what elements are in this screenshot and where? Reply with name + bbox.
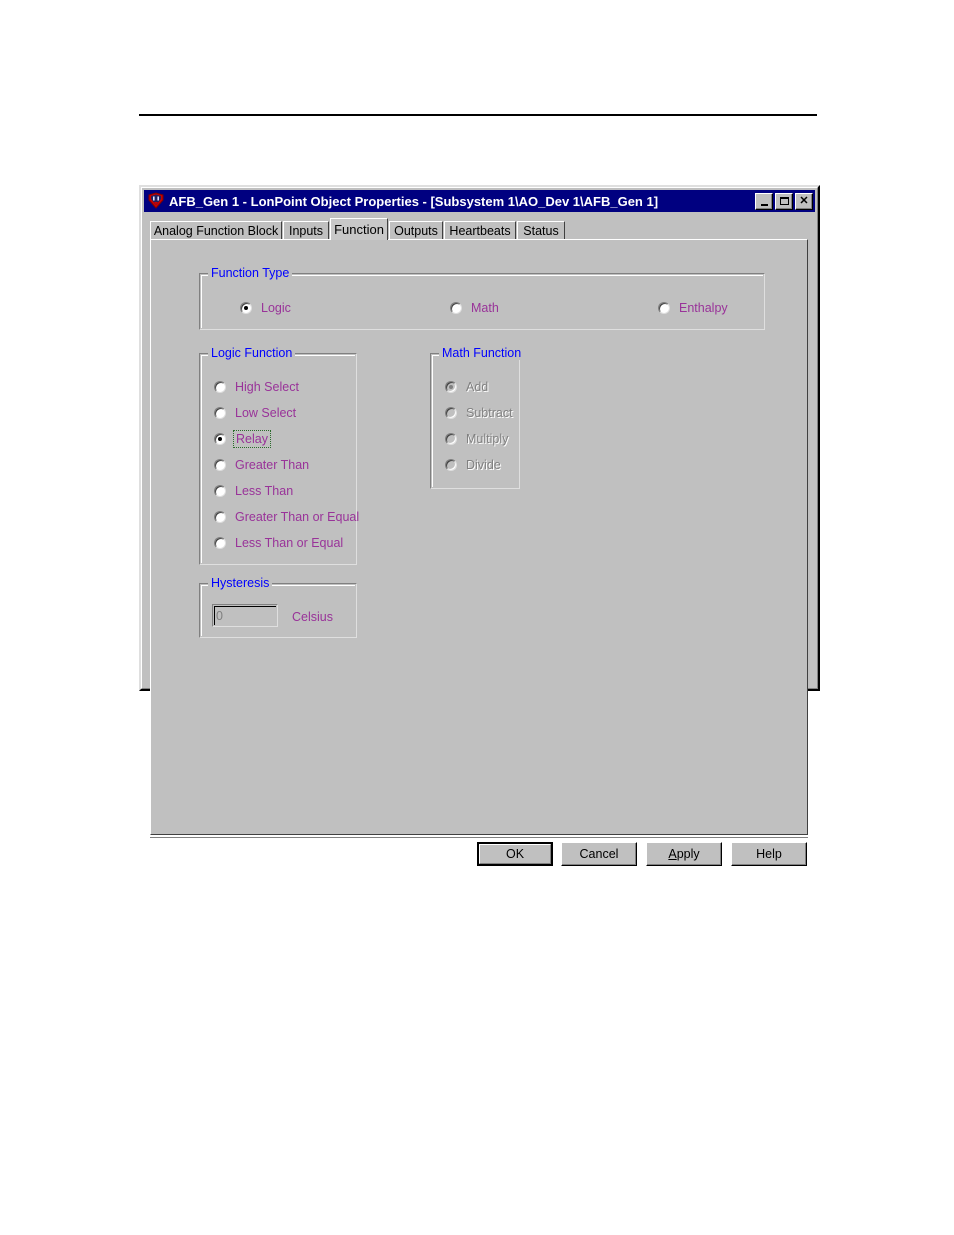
tab-strip: Analog Function Block Inputs Function Ou… bbox=[150, 218, 809, 240]
cancel-button-label: Cancel bbox=[579, 847, 619, 861]
radio-label: Low Select bbox=[235, 406, 297, 420]
logic-function-group: Logic Function High Select Low Select Re… bbox=[199, 346, 359, 565]
restore-icon[interactable] bbox=[775, 192, 793, 210]
radio-label: Less Than bbox=[235, 484, 294, 498]
tab-heartbeats[interactable]: Heartbeats bbox=[444, 221, 516, 239]
radio-button-icon bbox=[214, 485, 226, 497]
tab-label: Heartbeats bbox=[449, 223, 511, 238]
tab-inputs[interactable]: Inputs bbox=[283, 221, 329, 239]
radio-button-icon bbox=[214, 381, 226, 393]
radio-logic-greater-than-or-equal[interactable]: Greater Than or Equal bbox=[214, 510, 359, 524]
window-title: AFB_Gen 1 - LonPoint Object Properties -… bbox=[169, 193, 659, 209]
hysteresis-unit-label: Celsius bbox=[292, 610, 333, 624]
hysteresis-input[interactable]: 0 bbox=[212, 604, 278, 627]
tab-function[interactable]: Function bbox=[330, 218, 388, 240]
apply-rest: pply bbox=[676, 847, 700, 861]
radio-logic-low-select[interactable]: Low Select bbox=[214, 406, 296, 420]
ok-button[interactable]: OK bbox=[477, 842, 553, 866]
radio-button-icon bbox=[445, 459, 457, 471]
tab-label: Status bbox=[523, 223, 559, 238]
radio-button-icon bbox=[214, 537, 226, 549]
cancel-button[interactable]: Cancel bbox=[561, 842, 637, 866]
radio-button-icon bbox=[445, 407, 457, 419]
function-tab-page: Function Type Logic Math Enthalpy Logic … bbox=[150, 239, 808, 835]
radio-label: High Select bbox=[235, 380, 299, 394]
radio-button-icon bbox=[658, 302, 670, 314]
radio-label: Multiply bbox=[466, 432, 509, 446]
radio-button-icon bbox=[214, 511, 226, 523]
apply-button[interactable]: Apply bbox=[646, 842, 722, 866]
radio-math-add: Add bbox=[445, 380, 488, 394]
radio-label: Logic bbox=[261, 301, 291, 315]
math-function-legend: Math Function bbox=[439, 346, 525, 360]
radio-button-icon bbox=[214, 459, 226, 471]
radio-logic-less-than[interactable]: Less Than bbox=[214, 484, 293, 498]
math-function-group: Math Function Add Subtract Multiply Divi… bbox=[430, 346, 525, 489]
radio-label: Enthalpy bbox=[679, 301, 728, 315]
radio-function-type-math[interactable]: Math bbox=[450, 301, 499, 315]
tab-label: Analog Function Block bbox=[153, 223, 279, 238]
radio-label: Add bbox=[466, 380, 489, 394]
logic-function-legend: Logic Function bbox=[208, 346, 296, 360]
title-bar[interactable]: AFB_Gen 1 - LonPoint Object Properties -… bbox=[144, 190, 815, 212]
radio-logic-less-than-or-equal[interactable]: Less Than or Equal bbox=[214, 536, 343, 550]
help-button-label: Help bbox=[756, 847, 782, 861]
radio-logic-greater-than[interactable]: Greater Than bbox=[214, 458, 309, 472]
close-icon[interactable]: ✕ bbox=[795, 192, 813, 210]
radio-math-subtract: Subtract bbox=[445, 406, 513, 420]
tab-status[interactable]: Status bbox=[517, 221, 565, 239]
window-controls: ✕ bbox=[755, 192, 813, 210]
ok-button-label: OK bbox=[505, 847, 525, 861]
radio-logic-high-select[interactable]: High Select bbox=[214, 380, 299, 394]
radio-function-type-enthalpy[interactable]: Enthalpy bbox=[658, 301, 728, 315]
properties-dialog: AFB_Gen 1 - LonPoint Object Properties -… bbox=[139, 185, 820, 866]
hysteresis-value: 0 bbox=[216, 608, 223, 623]
radio-label: Math bbox=[471, 301, 499, 315]
tab-outputs[interactable]: Outputs bbox=[389, 221, 443, 239]
minimize-icon[interactable] bbox=[755, 192, 773, 210]
radio-logic-relay[interactable]: Relay bbox=[214, 430, 271, 448]
radio-function-type-logic[interactable]: Logic bbox=[240, 301, 291, 315]
tab-analog-function-block[interactable]: Analog Function Block bbox=[150, 221, 282, 239]
radio-button-icon bbox=[214, 407, 226, 419]
tab-label: Function bbox=[334, 222, 384, 237]
tab-label: Inputs bbox=[288, 223, 324, 238]
function-type-group: Function Type Logic Math Enthalpy bbox=[199, 266, 765, 330]
apply-accel: A bbox=[668, 847, 677, 861]
radio-label: Subtract bbox=[466, 406, 513, 420]
radio-label: Divide bbox=[466, 458, 501, 472]
tab-label: Outputs bbox=[394, 223, 438, 238]
radio-label: Relay bbox=[233, 430, 271, 448]
radio-button-icon bbox=[445, 433, 457, 445]
radio-button-icon bbox=[214, 433, 226, 445]
apply-button-label: Apply bbox=[668, 847, 699, 861]
radio-button-icon bbox=[445, 381, 457, 393]
radio-button-icon bbox=[450, 302, 462, 314]
radio-label: Greater Than bbox=[235, 458, 310, 472]
lonpoint-app-icon bbox=[147, 192, 165, 210]
function-type-legend: Function Type bbox=[208, 266, 293, 280]
radio-label: Greater Than or Equal bbox=[235, 510, 360, 524]
footer-separator bbox=[150, 837, 808, 839]
radio-math-divide: Divide bbox=[445, 458, 501, 472]
radio-math-multiply: Multiply bbox=[445, 432, 508, 446]
hysteresis-legend: Hysteresis bbox=[208, 576, 273, 590]
help-button[interactable]: Help bbox=[731, 842, 807, 866]
radio-button-icon bbox=[240, 302, 252, 314]
radio-label: Less Than or Equal bbox=[235, 536, 344, 550]
page-header-rule bbox=[139, 114, 817, 116]
hysteresis-group: Hysteresis 0 Celsius bbox=[199, 576, 357, 638]
